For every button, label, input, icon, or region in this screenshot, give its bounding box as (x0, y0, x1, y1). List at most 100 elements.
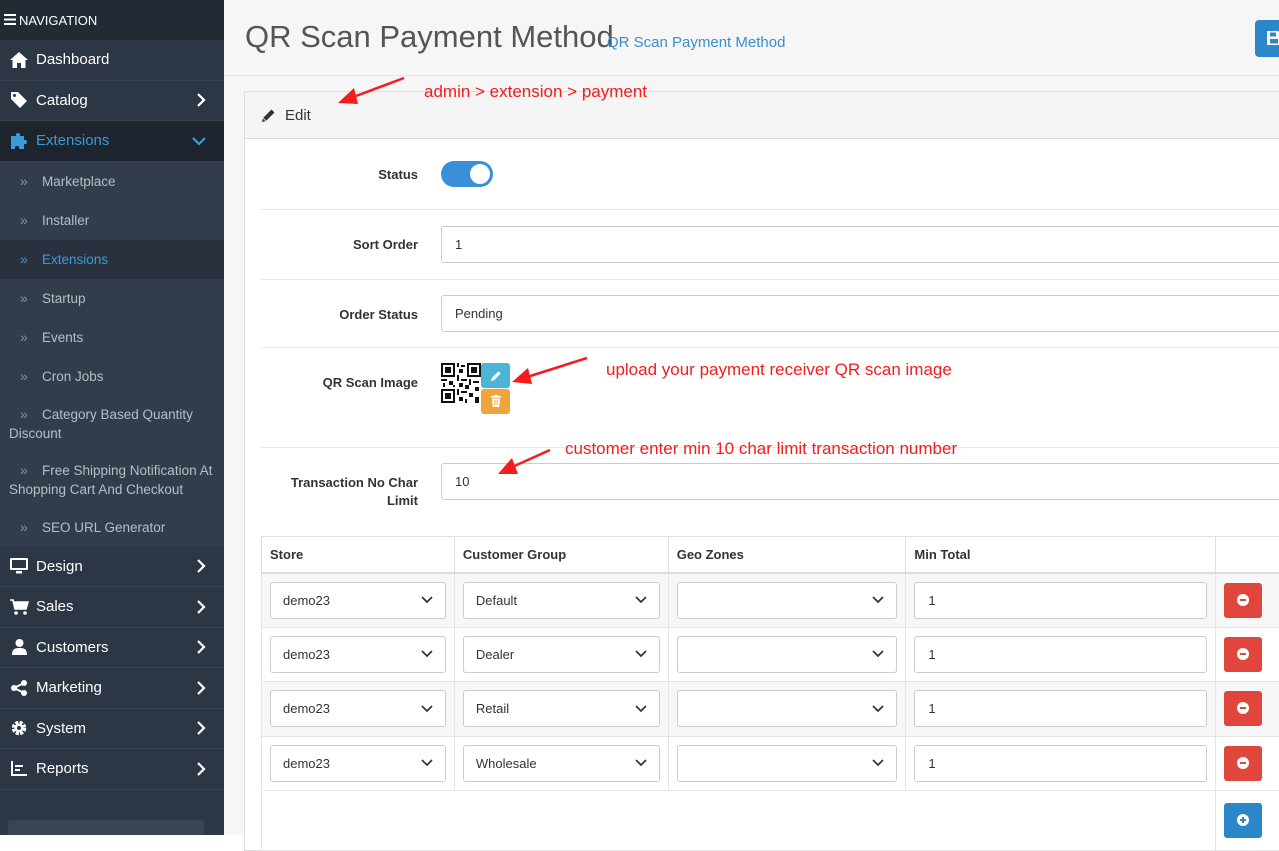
monitor-icon (8, 557, 30, 575)
store-select[interactable]: demo23 (270, 745, 446, 782)
sort-order-input[interactable]: 1 (441, 226, 1279, 263)
remove-row-button[interactable] (1224, 637, 1262, 672)
sidebar-item-reports[interactable]: Reports (0, 749, 224, 790)
chevron-down-icon (421, 705, 433, 713)
remove-row-button[interactable] (1224, 746, 1262, 781)
sidebar-item-design[interactable]: Design (0, 547, 224, 588)
sidebar-subitem-marketplace[interactable]: » Marketplace (0, 162, 224, 201)
chevron-right-icon (196, 600, 206, 614)
tag-icon (8, 91, 30, 109)
char-limit-label: Transaction No Char Limit (261, 474, 418, 510)
table-row: demo23 Dealer 1 (262, 627, 1279, 682)
geo-zone-select[interactable] (677, 582, 898, 619)
user-icon (8, 638, 30, 656)
chevron-down-icon (872, 705, 884, 713)
geo-zone-select[interactable] (677, 690, 898, 727)
sidebar-item-label: Extensions (36, 132, 109, 149)
sidebar-subitem-label: Free Shipping Notification At Shopping C… (9, 463, 212, 498)
remove-row-button[interactable] (1224, 691, 1262, 726)
sidebar-item-label: Dashboard (36, 51, 109, 68)
sidebar-subitem-extensions[interactable]: » Extensions (0, 240, 224, 279)
status-row: Status (261, 140, 1279, 210)
minus-circle-icon (1237, 757, 1249, 769)
store-select[interactable]: demo23 (270, 582, 446, 619)
main-content: QR Scan Payment Method QR Scan Payment M… (224, 0, 1279, 835)
status-toggle[interactable] (441, 161, 493, 187)
char-limit-input[interactable]: 10 (441, 463, 1279, 500)
chevron-down-icon (872, 759, 884, 767)
customer-group-select[interactable]: Default (463, 582, 660, 619)
chevron-right-icon (196, 93, 206, 107)
sidebar-subitem-startup[interactable]: » Startup (0, 279, 224, 318)
store-select[interactable]: demo23 (270, 690, 446, 727)
geo-zone-select[interactable] (677, 745, 898, 782)
double-chevron-icon: » (20, 329, 32, 345)
min-total-input[interactable]: 1 (914, 690, 1207, 727)
sidebar-subitem-label: Startup (42, 291, 86, 306)
sidebar-item-extensions[interactable]: Extensions (0, 121, 224, 162)
customer-group-select-value: Wholesale (476, 756, 537, 771)
customer-group-select-value: Retail (476, 701, 509, 716)
breadcrumb-link[interactable]: QR Scan Payment Method (607, 34, 785, 51)
chevron-down-icon (421, 759, 433, 767)
sidebar-item-label: Design (36, 558, 83, 575)
sidebar-subitem-installer[interactable]: » Installer (0, 201, 224, 240)
double-chevron-icon: » (20, 251, 32, 267)
min-total-input[interactable]: 1 (914, 582, 1207, 619)
sidebar-item-customers[interactable]: Customers (0, 628, 224, 669)
sidebar-item-label: System (36, 720, 86, 737)
order-status-select[interactable]: Pending (441, 295, 1279, 332)
customer-group-select[interactable]: Wholesale (463, 745, 660, 782)
chevron-right-icon (196, 762, 206, 776)
annotation-char-limit: customer enter min 10 char limit transac… (565, 439, 957, 459)
customer-group-select-value: Default (476, 593, 517, 608)
annotation-arrow (334, 72, 414, 112)
minus-circle-icon (1237, 648, 1249, 660)
add-row-button[interactable] (1224, 803, 1262, 838)
store-select-value: demo23 (283, 701, 330, 716)
annotation-path: admin > extension > payment (424, 82, 647, 102)
chevron-right-icon (196, 559, 206, 573)
chevron-down-icon (421, 596, 433, 604)
chevron-down-icon (872, 650, 884, 658)
sidebar-item-sales[interactable]: Sales (0, 587, 224, 628)
sidebar-subitem-seo-url[interactable]: » SEO URL Generator (0, 508, 224, 547)
double-chevron-icon: » (20, 519, 32, 535)
customer-group-select[interactable]: Dealer (463, 636, 660, 673)
nav-header[interactable]: NAVIGATION (0, 0, 224, 40)
sidebar-subitem-label: SEO URL Generator (42, 520, 165, 535)
hamburger-icon[interactable] (4, 13, 16, 28)
sidebar-item-marketing[interactable]: Marketing (0, 668, 224, 709)
gear-icon (8, 719, 30, 737)
sidebar-item-dashboard[interactable]: Dashboard (0, 40, 224, 81)
sidebar-subitem-label: Category Based Quantity Discount (9, 407, 193, 442)
save-button[interactable] (1255, 20, 1279, 57)
sidebar-subitem-category-discount[interactable]: »Category Based Quantity Discount (0, 396, 224, 452)
min-total-input[interactable]: 1 (914, 636, 1207, 673)
sidebar-item-system[interactable]: System (0, 709, 224, 750)
plus-circle-icon (1237, 814, 1249, 826)
remove-row-button[interactable] (1224, 583, 1262, 618)
sidebar-subitem-free-shipping[interactable]: »Free Shipping Notification At Shopping … (0, 452, 224, 508)
edit-panel: Edit Status Sort Order 1 Order Status Pe… (244, 91, 1279, 851)
customer-group-select[interactable]: Retail (463, 690, 660, 727)
sidebar: NAVIGATION Dashboard Catalog Extensions … (0, 0, 224, 835)
chevron-right-icon (196, 721, 206, 735)
table-row: demo23 Retail 1 (262, 682, 1279, 737)
puzzle-icon (8, 132, 30, 150)
sidebar-item-label: Sales (36, 598, 74, 615)
toggle-knob (470, 164, 490, 184)
sidebar-item-label: Customers (36, 639, 109, 656)
geo-zone-select[interactable] (677, 636, 898, 673)
sidebar-subitem-label: Installer (42, 213, 89, 228)
store-select[interactable]: demo23 (270, 636, 446, 673)
bar-chart-icon (8, 760, 30, 778)
sidebar-subitem-cron-jobs[interactable]: » Cron Jobs (0, 357, 224, 396)
save-icon (1267, 31, 1279, 45)
min-total-input[interactable]: 1 (914, 745, 1207, 782)
sidebar-item-catalog[interactable]: Catalog (0, 81, 224, 122)
sidebar-subitem-events[interactable]: » Events (0, 318, 224, 357)
delete-image-button[interactable] (481, 389, 510, 414)
chevron-down-icon (635, 596, 647, 604)
share-icon (8, 679, 30, 697)
